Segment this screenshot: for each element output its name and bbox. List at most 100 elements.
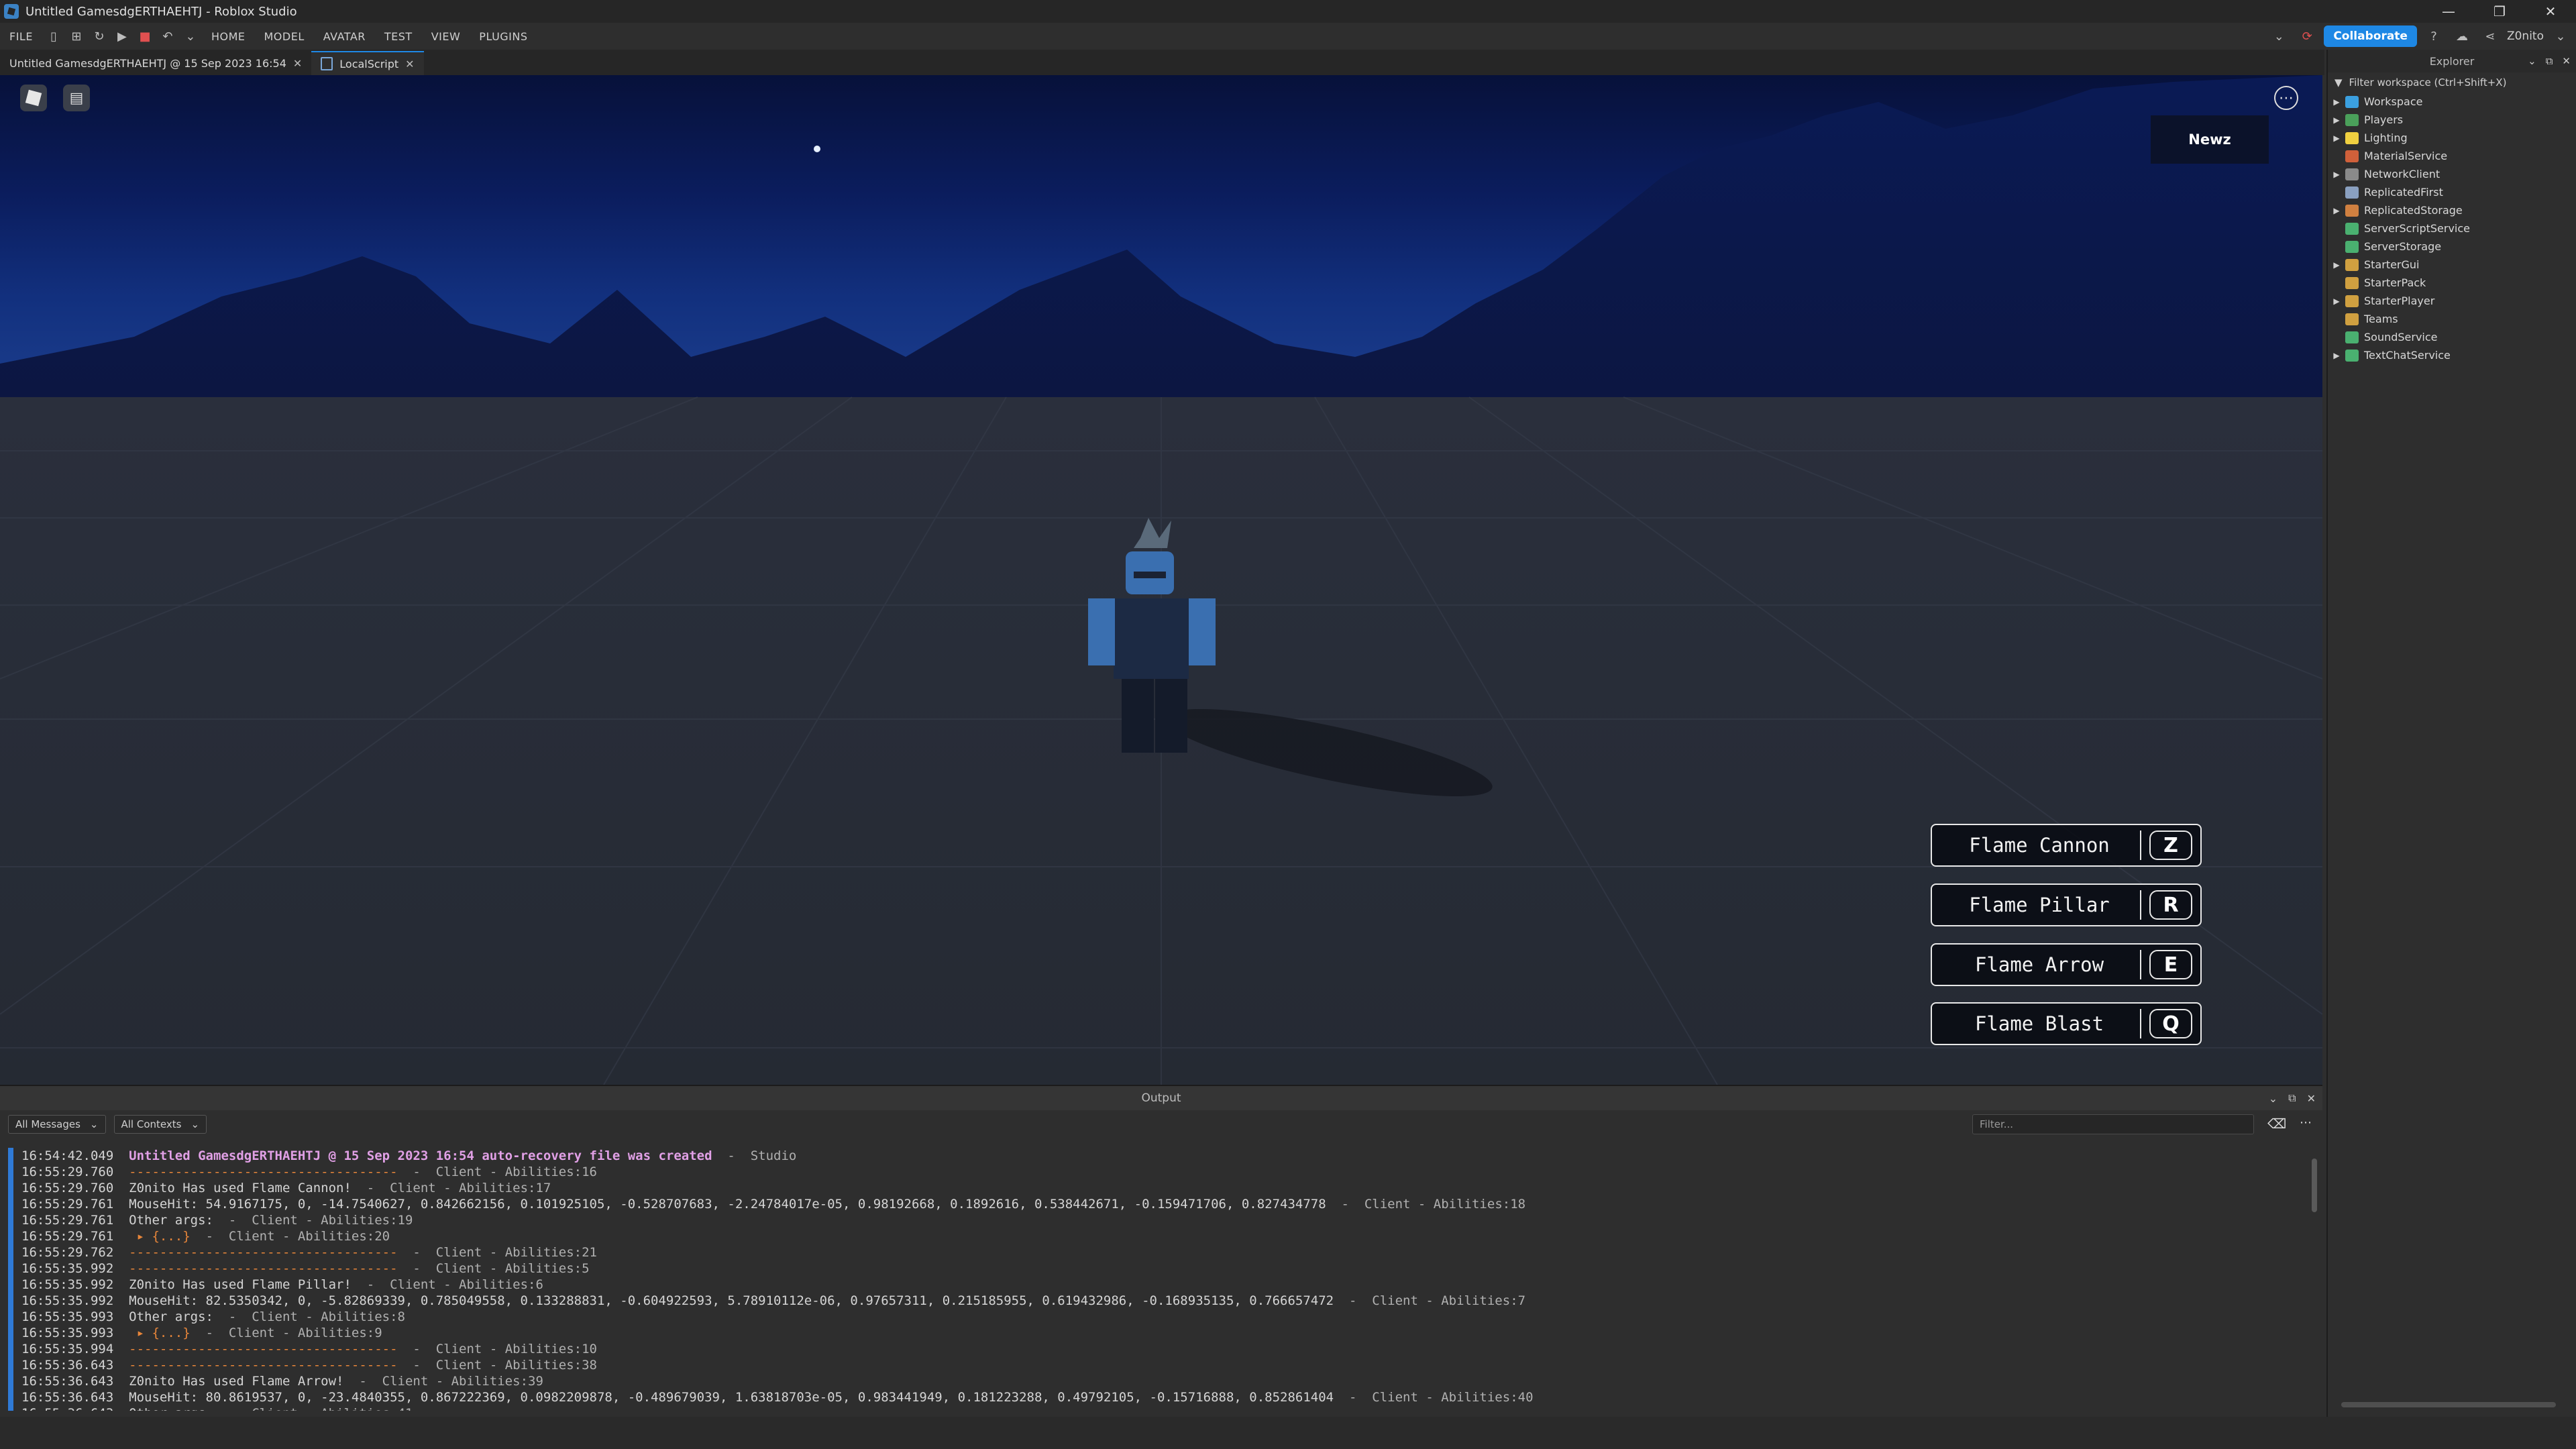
new-file-icon[interactable]: ▯ bbox=[45, 28, 62, 44]
explorer-item-starterpack[interactable]: StarterPack bbox=[2328, 274, 2576, 292]
scroll-thumb[interactable] bbox=[2341, 1402, 2556, 1407]
menu-file[interactable]: FILE bbox=[0, 30, 42, 43]
collaborate-button[interactable]: Collaborate bbox=[2324, 25, 2417, 47]
explorer-item-starterplayer[interactable]: ▶ StarterPlayer bbox=[2328, 292, 2576, 310]
explorer-item-label: SoundService bbox=[2364, 331, 2438, 343]
cloud-icon[interactable]: ☁ bbox=[2453, 28, 2471, 44]
close-icon[interactable]: ✕ bbox=[2562, 55, 2571, 67]
log-timestamp: 16:55:35.994 bbox=[21, 1342, 114, 1356]
explorer-filter-input[interactable]: Filter workspace (Ctrl+Shift+X) bbox=[2349, 76, 2507, 89]
explorer-item-startergui[interactable]: ▶ StarterGui bbox=[2328, 256, 2576, 274]
scroll-thumb[interactable] bbox=[2312, 1159, 2317, 1212]
close-icon[interactable]: ✕ bbox=[293, 57, 302, 70]
explorer-item-replicatedstorage[interactable]: ▶ ReplicatedStorage bbox=[2328, 201, 2576, 219]
menu-test[interactable]: TEST bbox=[375, 30, 422, 43]
minimize-button[interactable]: — bbox=[2423, 0, 2474, 23]
sound-icon bbox=[2345, 331, 2359, 343]
redo-icon[interactable]: ↻ bbox=[91, 28, 108, 44]
close-icon[interactable]: ✕ bbox=[2307, 1092, 2316, 1105]
undo-icon[interactable]: ↶ bbox=[159, 28, 176, 44]
explorer-item-workspace[interactable]: ▶ Workspace bbox=[2328, 93, 2576, 111]
explorer-title: Explorer bbox=[2429, 54, 2475, 68]
expand-arrow-icon[interactable]: ▶ bbox=[2328, 260, 2345, 270]
expand-arrow-icon[interactable]: ▶ bbox=[2328, 133, 2345, 143]
log-timestamp: 16:55:29.760 bbox=[21, 1165, 114, 1179]
divider bbox=[2140, 950, 2141, 979]
close-window-button[interactable]: ✕ bbox=[2525, 0, 2576, 23]
help-icon[interactable]: ? bbox=[2425, 28, 2443, 44]
explorer-item-label: TextChatService bbox=[2364, 349, 2451, 362]
game-viewport[interactable]: ▤ ⋯ Newz Flame Cannon Z Flame Pillar R F… bbox=[0, 75, 2322, 1085]
expand-arrow-icon[interactable]: ▶ bbox=[2328, 351, 2345, 360]
explorer-item-players[interactable]: ▶ Players bbox=[2328, 111, 2576, 129]
log-line: 16:55:35.993 ▸ {...} - Client - Abilitie… bbox=[21, 1325, 2302, 1341]
menu-model[interactable]: MODEL bbox=[255, 30, 314, 43]
menu-plugins[interactable]: PLUGINS bbox=[470, 30, 537, 43]
explorer-item-soundservice[interactable]: SoundService bbox=[2328, 328, 2576, 346]
explorer-item-materialservice[interactable]: MaterialService bbox=[2328, 147, 2576, 165]
expand-arrow-icon[interactable]: ▶ bbox=[2328, 97, 2345, 107]
explorer-item-label: ReplicatedStorage bbox=[2364, 204, 2463, 217]
stop-icon[interactable]: ■ bbox=[136, 28, 154, 44]
log-message[interactable]: ▸ {...} bbox=[129, 1229, 191, 1244]
chevron-down-icon[interactable]: ⌄ bbox=[2528, 55, 2536, 67]
chat-icon[interactable]: ▤ bbox=[63, 85, 90, 111]
output-scrollbar[interactable] bbox=[2309, 1148, 2320, 1411]
close-icon[interactable]: ✕ bbox=[405, 58, 414, 70]
explorer-scrollbar[interactable] bbox=[2328, 1399, 2576, 1410]
menu-home[interactable]: HOME bbox=[202, 30, 255, 43]
ability-name: Flame Pillar bbox=[1969, 894, 2110, 916]
explorer-item-replicatedfirst[interactable]: ReplicatedFirst bbox=[2328, 183, 2576, 201]
output-filter-input[interactable]: Filter... bbox=[1972, 1114, 2254, 1134]
explorer-item-serverstorage[interactable]: ServerStorage bbox=[2328, 237, 2576, 256]
expand-arrow-icon[interactable]: ▶ bbox=[2328, 115, 2345, 125]
tab-game[interactable]: Untitled GamesdgERTHAEHTJ @ 15 Sep 2023 … bbox=[0, 51, 311, 75]
tab-localscript[interactable]: LocalScript ✕ bbox=[311, 51, 424, 75]
explorer-item-textchatservice[interactable]: ▶ TextChatService bbox=[2328, 346, 2576, 364]
share-icon[interactable]: ⋖ bbox=[2481, 28, 2499, 44]
chevron-down-icon[interactable]: ⌄ bbox=[2269, 1092, 2277, 1105]
expand-arrow-icon[interactable]: ▶ bbox=[2328, 297, 2345, 306]
message-filter-dropdown[interactable]: All Messages ⌄ bbox=[8, 1115, 106, 1134]
menu-avatar[interactable]: AVATAR bbox=[314, 30, 375, 43]
output-log[interactable]: 16:54:42.049 Untitled GamesdgERTHAEHTJ @… bbox=[8, 1148, 2302, 1411]
roblox-menu-icon[interactable] bbox=[20, 85, 47, 111]
status-bar bbox=[0, 1417, 2576, 1449]
ability-flame-blast[interactable]: Flame Blast Q bbox=[1931, 1002, 2202, 1045]
server-storage-icon bbox=[2345, 240, 2359, 253]
expand-arrow-icon[interactable]: ▶ bbox=[2328, 170, 2345, 179]
log-timestamp: 16:55:36.643 bbox=[21, 1390, 114, 1405]
expand-arrow-icon[interactable]: ▶ bbox=[2328, 206, 2345, 215]
sync-icon[interactable]: ⟳ bbox=[2298, 28, 2316, 44]
explorer-item-teams[interactable]: Teams bbox=[2328, 310, 2576, 328]
user-chevron-icon[interactable]: ⌄ bbox=[2552, 28, 2569, 44]
newz-button[interactable]: Newz bbox=[2151, 115, 2269, 164]
undock-icon[interactable]: ⧉ bbox=[2288, 1091, 2296, 1105]
user-menu[interactable]: Z0nito bbox=[2507, 30, 2544, 43]
starter-pack-icon bbox=[2345, 276, 2359, 289]
divider bbox=[2140, 1009, 2141, 1038]
more-options-icon[interactable]: ⋯ bbox=[2274, 86, 2298, 110]
undock-icon[interactable]: ⧉ bbox=[2546, 55, 2553, 67]
explorer-item-networkclient[interactable]: ▶ NetworkClient bbox=[2328, 165, 2576, 183]
ability-flame-arrow[interactable]: Flame Arrow E bbox=[1931, 943, 2202, 986]
explorer-item-serverscriptservice[interactable]: ServerScriptService bbox=[2328, 219, 2576, 237]
ability-flame-pillar[interactable]: Flame Pillar R bbox=[1931, 883, 2202, 926]
context-filter-dropdown[interactable]: All Contexts ⌄ bbox=[113, 1115, 207, 1134]
play-icon[interactable]: ▶ bbox=[113, 28, 131, 44]
more-icon[interactable]: ⋯ bbox=[2300, 1116, 2312, 1130]
explorer-item-lighting[interactable]: ▶ Lighting bbox=[2328, 129, 2576, 147]
explorer-filter[interactable]: ▼ Filter workspace (Ctrl+Shift+X) bbox=[2328, 72, 2576, 93]
log-message[interactable]: ▸ {...} bbox=[129, 1326, 191, 1340]
open-file-icon[interactable]: ⊞ bbox=[68, 28, 85, 44]
menu-view[interactable]: VIEW bbox=[422, 30, 470, 43]
maximize-button[interactable]: ❐ bbox=[2474, 0, 2525, 23]
clear-output-icon[interactable]: ⌫ bbox=[2267, 1116, 2286, 1132]
log-line: 16:55:35.992 ---------------------------… bbox=[21, 1260, 2302, 1277]
log-line: 16:55:36.643 Z0nito Has used Flame Arrow… bbox=[21, 1373, 2302, 1389]
players-icon bbox=[2345, 113, 2359, 126]
chevron-down-icon[interactable]: ⌄ bbox=[2270, 28, 2288, 44]
log-line: 16:55:35.992 MouseHit: 82.5350342, 0, -5… bbox=[21, 1293, 2302, 1309]
quick-access-dropdown-icon[interactable]: ⌄ bbox=[182, 28, 199, 44]
ability-flame-cannon[interactable]: Flame Cannon Z bbox=[1931, 824, 2202, 867]
